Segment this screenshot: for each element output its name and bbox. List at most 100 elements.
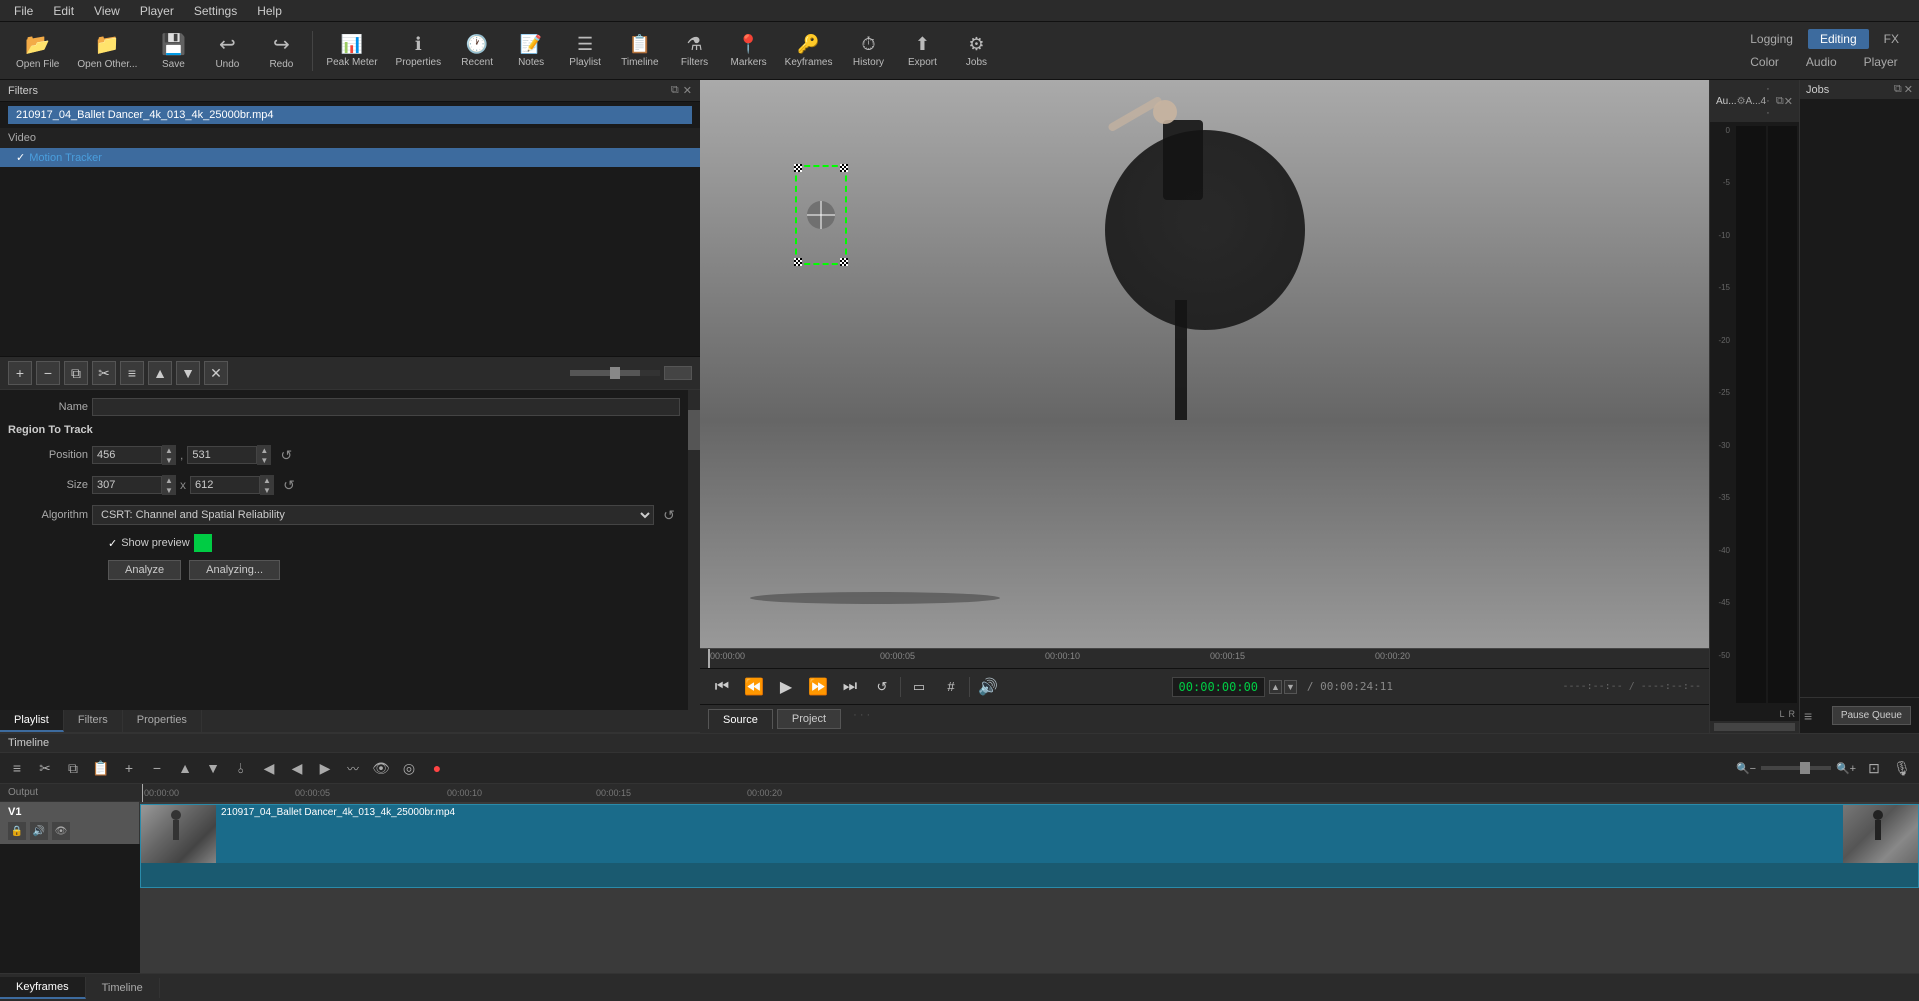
tl-eye-btn[interactable]: 👁: [368, 755, 394, 781]
tab-timeline[interactable]: Timeline: [86, 978, 160, 998]
tab-filters[interactable]: Filters: [64, 710, 123, 732]
mode-editing[interactable]: Editing: [1808, 29, 1869, 49]
video-clip-1[interactable]: 210917_04_Ballet Dancer_4k_013_4k_25000b…: [140, 804, 1919, 888]
audio-meter-settings[interactable]: ⚙: [1737, 96, 1746, 107]
source-tab[interactable]: Source: [708, 709, 773, 729]
tl-copy-btn[interactable]: ⧉: [60, 755, 86, 781]
filter-down-btn[interactable]: ▼: [176, 361, 200, 385]
tl-remove-btn[interactable]: −: [144, 755, 170, 781]
menu-settings[interactable]: Settings: [184, 2, 247, 20]
goto-end-btn[interactable]: ⏭: [836, 673, 864, 701]
position-y-input[interactable]: [187, 446, 257, 464]
menu-edit[interactable]: Edit: [43, 2, 84, 20]
open-file-button[interactable]: 📂 Open File: [8, 26, 67, 76]
open-other-button[interactable]: 📁 Open Other...: [69, 26, 145, 76]
goto-start-btn[interactable]: ⏮: [708, 673, 736, 701]
filters-close-btn[interactable]: ✕: [683, 84, 692, 97]
jobs-dock-btn[interactable]: ⧉: [1894, 83, 1902, 96]
tl-ripple-btn[interactable]: 〰: [340, 755, 366, 781]
tl-back-btn[interactable]: ◀: [284, 755, 310, 781]
position-x-input[interactable]: [92, 446, 162, 464]
tl-paste-btn[interactable]: 📋: [88, 755, 114, 781]
filter-up-btn[interactable]: ▲: [148, 361, 172, 385]
grid-btn[interactable]: #: [937, 673, 965, 701]
volume-btn[interactable]: 🔊: [974, 673, 1002, 701]
mode-player[interactable]: Player: [1852, 52, 1910, 72]
export-button[interactable]: ⬆ Export: [896, 26, 948, 76]
size-w-up[interactable]: ▲: [162, 475, 176, 485]
name-input[interactable]: [92, 398, 680, 416]
play-back-btn[interactable]: ⏪: [740, 673, 768, 701]
tl-target-btn[interactable]: ◎: [396, 755, 422, 781]
tl-lift-btn[interactable]: ▲: [172, 755, 198, 781]
jobs-close-btn[interactable]: ✕: [1904, 83, 1913, 96]
motion-tracker-filter[interactable]: ✓ Motion Tracker: [0, 148, 700, 167]
tab-keyframes[interactable]: Keyframes: [0, 977, 86, 999]
tl-fwd-btn[interactable]: ▶: [312, 755, 338, 781]
analyzing-button[interactable]: Analyzing...: [189, 560, 280, 580]
mode-color[interactable]: Color: [1738, 52, 1791, 72]
mode-fx[interactable]: FX: [1872, 29, 1911, 49]
play-btn[interactable]: ▶: [772, 673, 800, 701]
tl-mic-btn[interactable]: 🎙: [1889, 755, 1915, 781]
tl-snap-btn[interactable]: ◀: [256, 755, 282, 781]
size-h-up[interactable]: ▲: [260, 475, 274, 485]
properties-scrollbar[interactable]: [688, 390, 700, 710]
menu-file[interactable]: File: [4, 2, 43, 20]
tl-add-btn[interactable]: +: [116, 755, 142, 781]
filter-remove-btn[interactable]: −: [36, 361, 60, 385]
filter-copy-btn[interactable]: ⧉: [64, 361, 88, 385]
markers-button[interactable]: 📍 Markers: [723, 26, 775, 76]
track-v1-lock[interactable]: 🔒: [8, 822, 26, 840]
audio-meter-close[interactable]: ✕: [1784, 95, 1793, 108]
track-v1-content[interactable]: 210917_04_Ballet Dancer_4k_013_4k_25000b…: [140, 802, 1919, 973]
tl-fit-btn[interactable]: ⊡: [1861, 755, 1887, 781]
algorithm-select[interactable]: CSRT: Channel and Spatial Reliability KC…: [92, 505, 654, 525]
filter-add-btn[interactable]: +: [8, 361, 32, 385]
mode-audio[interactable]: Audio: [1794, 52, 1849, 72]
audio-meter-dock[interactable]: ⧉: [1776, 95, 1784, 108]
tab-properties[interactable]: Properties: [123, 710, 202, 732]
play-fwd-btn[interactable]: ⏩: [804, 673, 832, 701]
tl-menu-btn[interactable]: ≡: [4, 755, 30, 781]
redo-button[interactable]: ↪ Redo: [255, 26, 307, 76]
loop-btn[interactable]: ↺: [868, 673, 896, 701]
mode-logging[interactable]: Logging: [1738, 29, 1805, 49]
timecode-spindown[interactable]: ▼: [1284, 680, 1297, 694]
audio-meter-scrollbar[interactable]: [1710, 721, 1799, 733]
zoom-in-btn[interactable]: 🔍+: [1833, 755, 1859, 781]
zoom-slider[interactable]: [1761, 766, 1831, 770]
tl-overwrite-btn[interactable]: ▼: [200, 755, 226, 781]
analyze-button[interactable]: Analyze: [108, 560, 181, 580]
size-reset-btn[interactable]: ↺: [278, 474, 300, 496]
size-h-input[interactable]: [190, 476, 260, 494]
track-v1-visible[interactable]: 👁: [52, 822, 70, 840]
undo-button[interactable]: ↩ Undo: [201, 26, 253, 76]
tl-cut-btn[interactable]: ✂: [32, 755, 58, 781]
menu-help[interactable]: Help: [247, 2, 292, 20]
filter-clear-btn[interactable]: ✕: [204, 361, 228, 385]
menu-player[interactable]: Player: [130, 2, 184, 20]
peak-meter-button[interactable]: 📊 Peak Meter: [318, 26, 385, 76]
size-w-input[interactable]: [92, 476, 162, 494]
tab-playlist[interactable]: Playlist: [0, 710, 64, 732]
recent-button[interactable]: 🕐 Recent: [451, 26, 503, 76]
position-x-down[interactable]: ▼: [162, 455, 176, 465]
menu-view[interactable]: View: [84, 2, 130, 20]
zoom-out-btn[interactable]: 🔍−: [1733, 755, 1759, 781]
timecode-display[interactable]: 00:00:00:00: [1172, 677, 1265, 697]
algorithm-reset-btn[interactable]: ↺: [658, 504, 680, 526]
position-x-up[interactable]: ▲: [162, 445, 176, 455]
history-button[interactable]: ⏱ History: [842, 26, 894, 76]
position-y-down[interactable]: ▼: [257, 455, 271, 465]
jobs-menu-btn[interactable]: ≡: [1804, 708, 1812, 724]
position-reset-btn[interactable]: ↺: [275, 444, 297, 466]
filters-button[interactable]: ⚗ Filters: [669, 26, 721, 76]
jobs-button[interactable]: ⚙ Jobs: [950, 26, 1002, 76]
tl-split-btn[interactable]: ⫰: [228, 755, 254, 781]
notes-button[interactable]: 📝 Notes: [505, 26, 557, 76]
timeline-button[interactable]: 📋 Timeline: [613, 26, 666, 76]
filter-paste-btn[interactable]: ✂: [92, 361, 116, 385]
size-h-down[interactable]: ▼: [260, 485, 274, 495]
properties-button[interactable]: ℹ Properties: [388, 26, 450, 76]
